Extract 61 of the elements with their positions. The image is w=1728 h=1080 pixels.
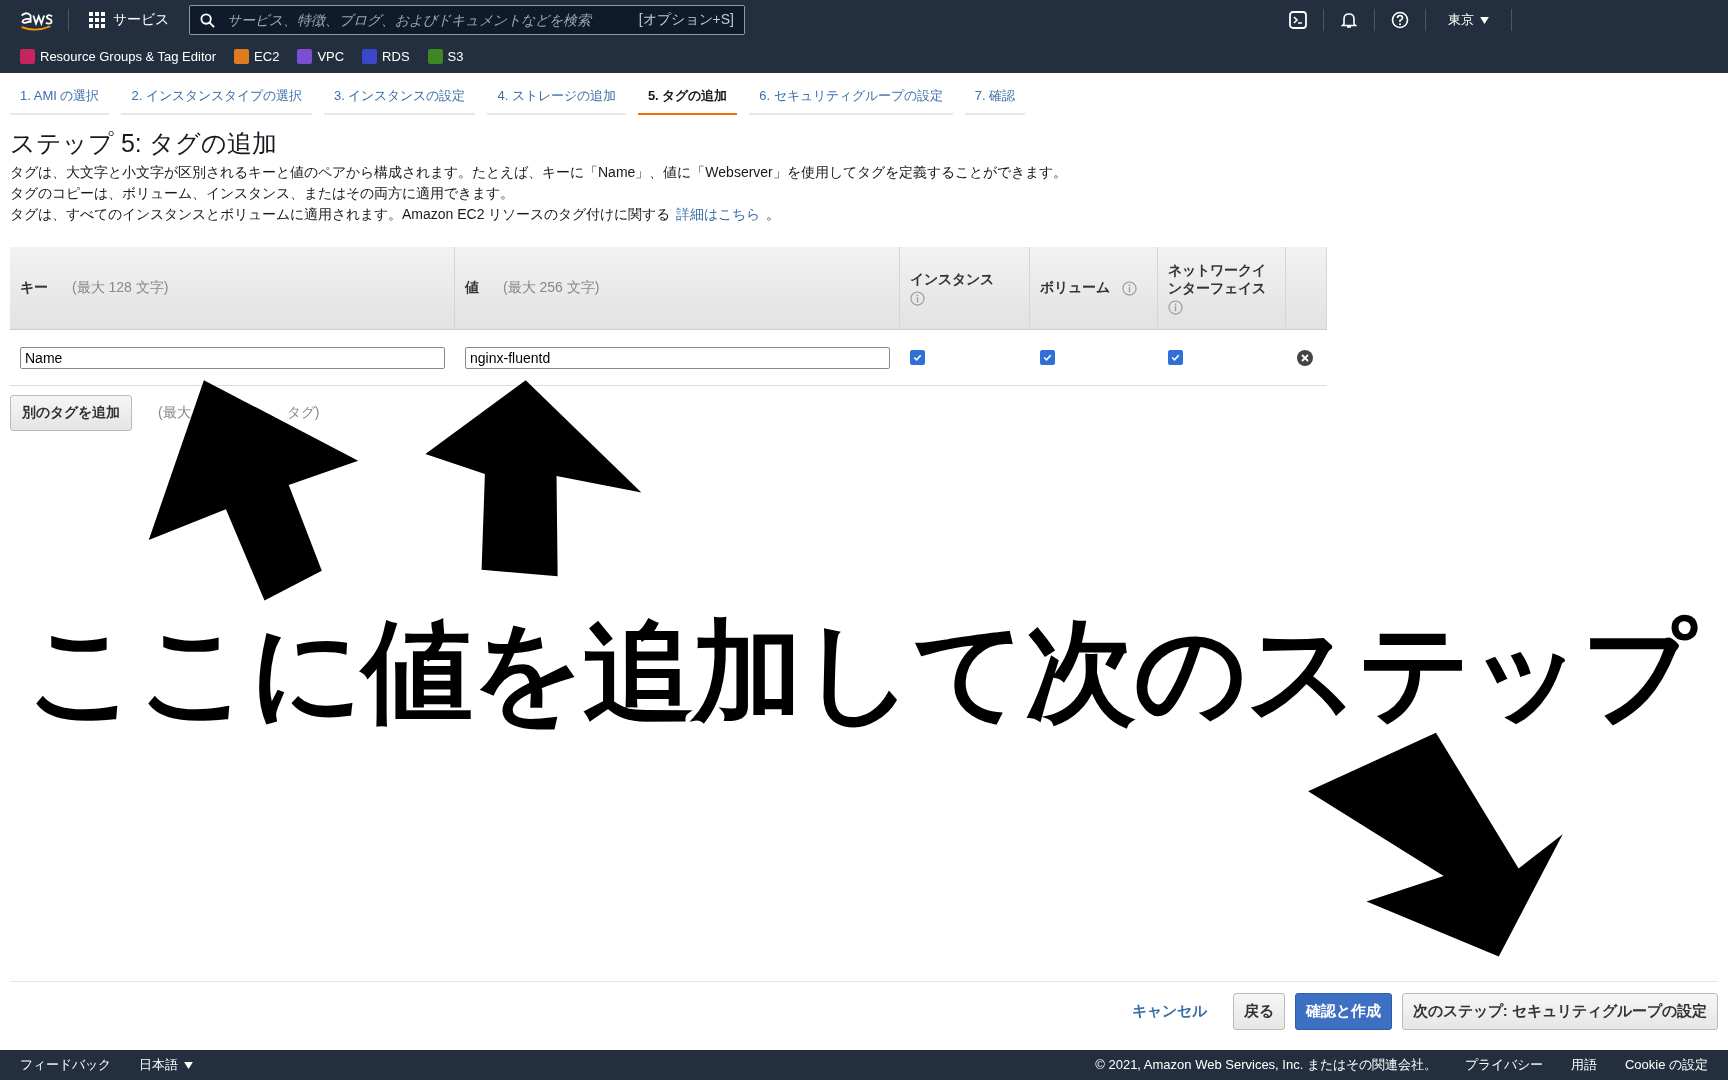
checkbox[interactable] (1168, 350, 1183, 365)
favorite-service-link[interactable]: VPC (297, 49, 345, 64)
tag-value-field[interactable]: nginx-fluentd (465, 346, 890, 369)
column-header: ボリューム (1040, 279, 1110, 297)
tag-key-field[interactable]: Name (20, 346, 445, 369)
info-icon[interactable] (1122, 280, 1137, 296)
remove-icon[interactable] (1296, 348, 1314, 367)
copyright-text: © 2021, Amazon Web Services, Inc. またはその関連会社。 (1095, 1056, 1437, 1074)
description-text: タグのコピーは、ボリューム、インスタンス、またはその両方に適用できます。 (10, 184, 515, 203)
learn-more-link[interactable]: 詳細はこちら (676, 204, 761, 225)
info-icon[interactable] (910, 290, 925, 306)
cancel-link[interactable]: キャンセル (1125, 1001, 1213, 1022)
region-selector[interactable]: 東京 (1442, 10, 1495, 30)
favorite-service-link[interactable]: Resource Groups & Tag Editor (20, 49, 217, 64)
checkbox[interactable] (1040, 350, 1055, 365)
footer-link[interactable]: Cookie の設定 (1624, 1056, 1708, 1074)
footer-link[interactable]: プライバシー (1464, 1056, 1543, 1074)
language-selector[interactable]: 日本語 (139, 1056, 193, 1074)
add-tag-button[interactable]: 別のタグを追加 (10, 395, 132, 431)
action-button[interactable]: 戻る (1232, 993, 1285, 1030)
description-text: タグは、大文字と小文字が区別されるキーと値のペアから構成されます。たとえば、キーに「Name」、値に「Webserver」を使用してタグを定義することができます。 (10, 163, 1068, 182)
check-icon (912, 352, 923, 363)
column-header: 値 (465, 279, 479, 297)
favorite-service-link[interactable]: RDS (362, 49, 410, 64)
description-text: タグは、すべてのインスタンスとボリュームに適用されます。Amazon EC2 リソースのタグ付けに関する (10, 205, 671, 224)
search-field[interactable]: サービス、特徴、ブログ、およびドキュメントなどを検索 (225, 11, 629, 29)
check-icon (1170, 352, 1181, 363)
wizard-step-tab[interactable]: 1. AMI の選択 (10, 81, 110, 115)
wizard-step-tab[interactable]: 6. セキュリティグループの設定 (749, 81, 953, 115)
column-header: ネットワークインターフェイス (1168, 261, 1267, 298)
wizard-step-tab[interactable]: 5. タグの追加 (637, 81, 738, 115)
column-hint: (最大 256 文字) (503, 279, 600, 297)
terminal-icon[interactable] (1289, 11, 1307, 29)
help-icon[interactable] (1391, 11, 1409, 29)
page-heading: ステップ 5: タグの追加 (10, 128, 278, 159)
favorite-service-link[interactable]: S3 (427, 49, 464, 64)
search-icon (200, 12, 215, 28)
services-menu-button[interactable]: サービス (83, 10, 175, 30)
limit-hint: タグ) (286, 404, 320, 422)
checkbox[interactable] (910, 350, 925, 365)
column-header: インスタンス (910, 270, 994, 289)
action-button[interactable]: 次のステップ: セキュリティグループの設定 (1401, 993, 1718, 1030)
wizard-step-tab[interactable]: 7. 確認 (964, 81, 1026, 115)
wizard-step-tab[interactable]: 3. インスタンスの設定 (323, 81, 476, 115)
caret-icon (1480, 16, 1489, 24)
column-header: キー (20, 279, 48, 297)
check-icon (1042, 352, 1053, 363)
caret-icon (184, 1061, 193, 1069)
footer-link[interactable]: 用語 (1570, 1056, 1597, 1074)
wizard-step-tab[interactable]: 2. インスタンスタイプの選択 (121, 81, 312, 115)
punctuation-text: 。 (766, 205, 781, 224)
search-bar[interactable]: サービス、特徴、ブログ、およびドキュメントなどを検索 [オプション+S] (189, 5, 745, 35)
feedback-link[interactable]: フィードバック (20, 1056, 111, 1074)
column-hint: (最大 128 文字) (72, 279, 169, 297)
limit-hint: (最大 (158, 404, 191, 422)
grid-icon (89, 12, 105, 28)
wizard-step-tab[interactable]: 4. ストレージの追加 (487, 81, 626, 115)
favorite-service-link[interactable]: EC2 (234, 49, 280, 64)
action-button[interactable]: 確認と作成 (1294, 993, 1392, 1030)
bell-icon[interactable] (1340, 11, 1358, 29)
shortcut-hint: [オプション+S] (638, 11, 734, 29)
